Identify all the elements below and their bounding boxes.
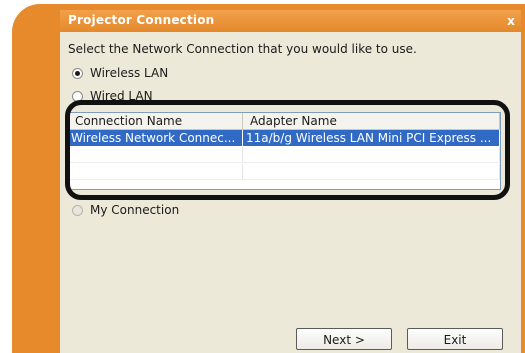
exit-button[interactable]: Exit: [407, 328, 503, 350]
radio-button-icon[interactable]: [72, 90, 83, 102]
radio-wired-lan[interactable]: Wired LAN: [72, 88, 153, 104]
radio-wired-lan-label: Wired LAN: [90, 89, 153, 103]
connection-name-cell: Wireless Network Connec...: [68, 130, 243, 146]
empty-cell: [68, 147, 243, 163]
radio-my-connection[interactable]: My Connection: [72, 202, 179, 218]
dialog-body: Select the Network Connection that you w…: [60, 32, 521, 353]
window-title: Projector Connection: [68, 13, 215, 27]
radio-button-checked-icon[interactable]: [72, 67, 83, 79]
empty-cell: [243, 164, 500, 180]
column-header-connection-name[interactable]: Connection Name: [68, 113, 243, 129]
table-row-empty[interactable]: [68, 164, 500, 180]
next-button[interactable]: Next >: [296, 328, 392, 350]
table-row-empty[interactable]: [68, 147, 500, 163]
empty-cell: [68, 164, 243, 180]
empty-cell: [243, 147, 500, 163]
connection-list[interactable]: Connection Name Adapter Name Wireless Ne…: [67, 112, 501, 190]
connection-prompt: Select the Network Connection that you w…: [68, 42, 417, 56]
radio-wireless-lan[interactable]: Wireless LAN: [72, 65, 168, 81]
column-header-adapter-name[interactable]: Adapter Name: [243, 113, 500, 129]
adapter-name-cell: 11a/b/g Wireless LAN Mini PCI Express ..…: [243, 130, 500, 146]
title-bar[interactable]: Projector Connection x: [60, 10, 521, 32]
radio-my-connection-label: My Connection: [90, 203, 180, 217]
list-header: Connection Name Adapter Name: [68, 113, 500, 130]
radio-wireless-lan-label: Wireless LAN: [90, 66, 169, 80]
table-row[interactable]: Wireless Network Connec... 11a/b/g Wirel…: [68, 130, 500, 146]
radio-button-disabled-icon[interactable]: [72, 204, 83, 216]
close-icon[interactable]: x: [503, 13, 519, 29]
